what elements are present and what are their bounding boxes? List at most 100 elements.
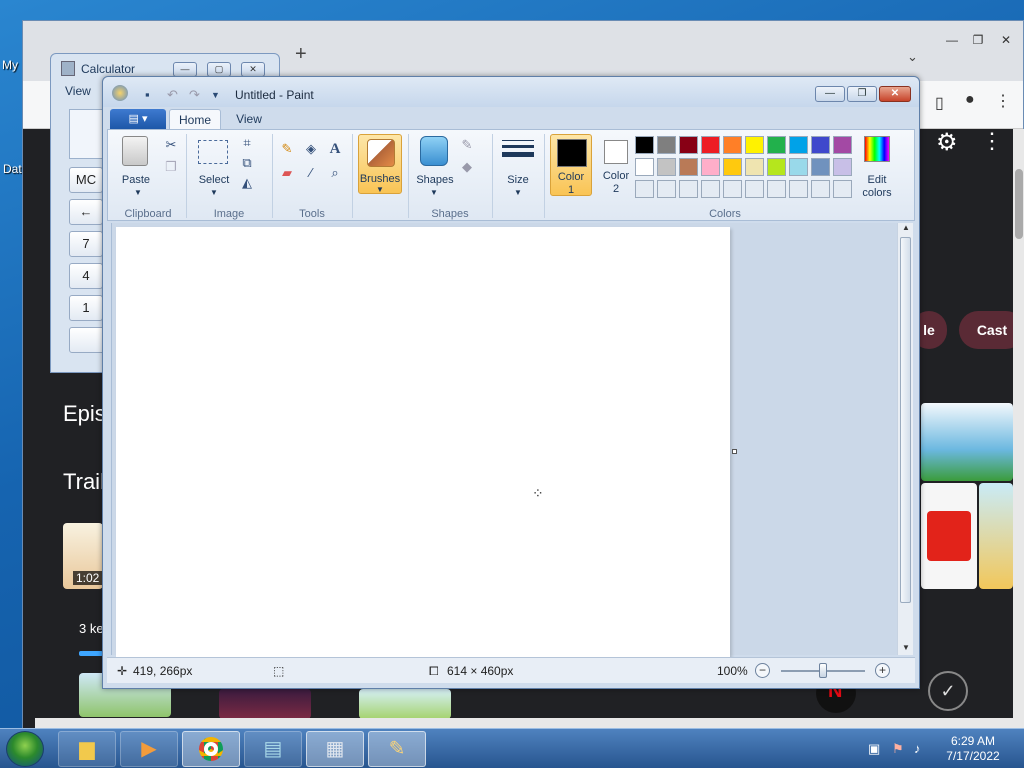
palette-swatch[interactable] [701,158,720,176]
palette-swatch[interactable] [811,136,830,154]
cut-icon[interactable]: ✂ [162,136,180,154]
minimize-button[interactable]: — [939,33,965,51]
palette-swatch[interactable] [679,136,698,154]
palette-swatch[interactable] [789,180,808,198]
palette-swatch[interactable] [745,136,764,154]
zoom-in-button[interactable]: + [875,663,890,678]
palette-swatch[interactable] [635,158,654,176]
palette-swatch[interactable] [657,136,676,154]
shapes-icon[interactable] [420,136,448,166]
palette-swatch[interactable] [833,180,852,198]
palette-swatch[interactable] [701,136,720,154]
redo-icon[interactable]: ↷ [189,87,200,103]
new-tab-button[interactable]: + [295,43,307,66]
network-icon[interactable]: ▣ [868,741,880,757]
shapes-button[interactable]: Shapes [414,174,456,186]
palette-swatch[interactable] [657,158,676,176]
palette-swatch[interactable] [723,180,742,198]
four-button[interactable]: 4 [69,263,103,289]
file-menu-button[interactable]: ▤ ▾ [110,109,166,129]
select-dropdown-icon[interactable]: ▼ [210,188,218,197]
tab-home[interactable]: Home [169,109,221,129]
mc-button[interactable]: MC [69,167,103,193]
palette-swatch[interactable] [723,136,742,154]
crop-icon[interactable]: ⌗ [238,134,256,152]
profile-icon[interactable]: ● [965,91,975,109]
palette-swatch[interactable] [767,136,786,154]
palette-swatch[interactable] [745,180,764,198]
desktop-icon-label[interactable]: My [2,58,18,72]
zoom-out-button[interactable]: − [755,663,770,678]
one-button[interactable]: 1 [69,295,103,321]
palette-swatch[interactable] [701,180,720,198]
episode-thumbnail[interactable] [921,483,977,589]
close-button[interactable]: ✕ [993,33,1019,51]
minimize-button[interactable]: — [815,86,845,102]
menu-dots-icon[interactable]: ⋮ [995,91,1011,111]
palette-swatch[interactable] [811,180,830,198]
undo-icon[interactable]: ↶ [167,87,178,103]
vertical-scrollbar[interactable] [1013,129,1024,729]
calculator-taskbar-icon[interactable]: ▦ [306,731,364,767]
palette-swatch[interactable] [811,158,830,176]
palette-swatch[interactable] [767,158,786,176]
volume-icon[interactable]: ♪ [914,741,921,756]
seven-button[interactable]: 7 [69,231,103,257]
palette-swatch[interactable] [789,136,808,154]
palette-swatch[interactable] [833,158,852,176]
palette-swatch[interactable] [789,158,808,176]
palette-swatch[interactable] [635,136,654,154]
palette-swatch[interactable] [767,180,786,198]
fill-icon[interactable]: ◈ [302,140,320,158]
edit-colors-button[interactable]: Edit [852,174,902,186]
zoom-slider-thumb[interactable] [819,663,827,678]
size-icon[interactable] [502,140,534,157]
check-icon[interactable]: ✓ [928,671,968,711]
tab-search-chevron-icon[interactable]: ⌄ [907,49,918,65]
scroll-down-icon[interactable]: ▼ [902,643,910,652]
backspace-button[interactable]: ← [69,199,103,225]
episode-thumbnail[interactable] [921,403,1013,481]
size-button[interactable]: Size [498,174,538,186]
episode-thumbnail[interactable] [979,483,1013,589]
brushes-button[interactable]: Brushes ▼ [358,134,402,194]
media-player-taskbar-icon[interactable]: ▶ [120,731,178,767]
explorer-taskbar-icon[interactable]: ▆ [58,731,116,767]
palette-swatch[interactable] [679,180,698,198]
color2-button[interactable]: Color 2 [596,134,636,196]
customize-qat-icon[interactable]: ▼ [211,90,220,100]
video-thumbnail[interactable] [219,689,311,719]
desktop-icon-label[interactable]: Dat [3,162,22,176]
action-center-icon[interactable]: ⚑ [892,741,904,757]
size-dropdown-icon[interactable]: ▼ [514,188,522,197]
paste-icon[interactable] [122,136,148,166]
paint-taskbar-icon[interactable]: ✎ [368,731,426,767]
edit-colors-icon[interactable] [864,136,890,162]
paste-dropdown-icon[interactable]: ▼ [134,188,142,197]
rotate-icon[interactable]: ◭ [238,174,256,192]
text-icon[interactable]: A [326,140,344,158]
canvas-resize-handle[interactable] [732,449,737,454]
scroll-thumb[interactable] [900,237,911,603]
close-button[interactable]: ✕ [879,86,911,102]
scroll-up-icon[interactable]: ▲ [902,223,910,232]
menu-view[interactable]: View [65,84,91,98]
resize-icon[interactable]: ⧉ [238,154,256,172]
outline-icon[interactable]: ✎ [458,136,476,154]
save-icon[interactable]: ▪ [145,87,150,102]
eraser-icon[interactable]: ▰ [278,164,296,182]
palette-swatch[interactable] [657,180,676,198]
palette-swatch[interactable] [679,158,698,176]
tab-view[interactable]: View [227,109,271,129]
chrome-taskbar-icon[interactable] [182,731,240,767]
fill-shape-icon[interactable]: ◆ [458,158,476,176]
select-icon[interactable] [198,140,228,164]
maximize-button[interactable]: ▢ [207,62,231,77]
shapes-dropdown-icon[interactable]: ▼ [430,188,438,197]
color1-button[interactable]: Color 1 [550,134,592,196]
notepad-taskbar-icon[interactable]: ▤ [244,731,302,767]
video-thumbnail[interactable] [359,689,451,719]
paste-button[interactable]: Paste [118,174,154,186]
canvas-vertical-scrollbar[interactable]: ▲ ▼ [897,223,913,655]
maximize-button[interactable]: ❐ [965,33,991,51]
